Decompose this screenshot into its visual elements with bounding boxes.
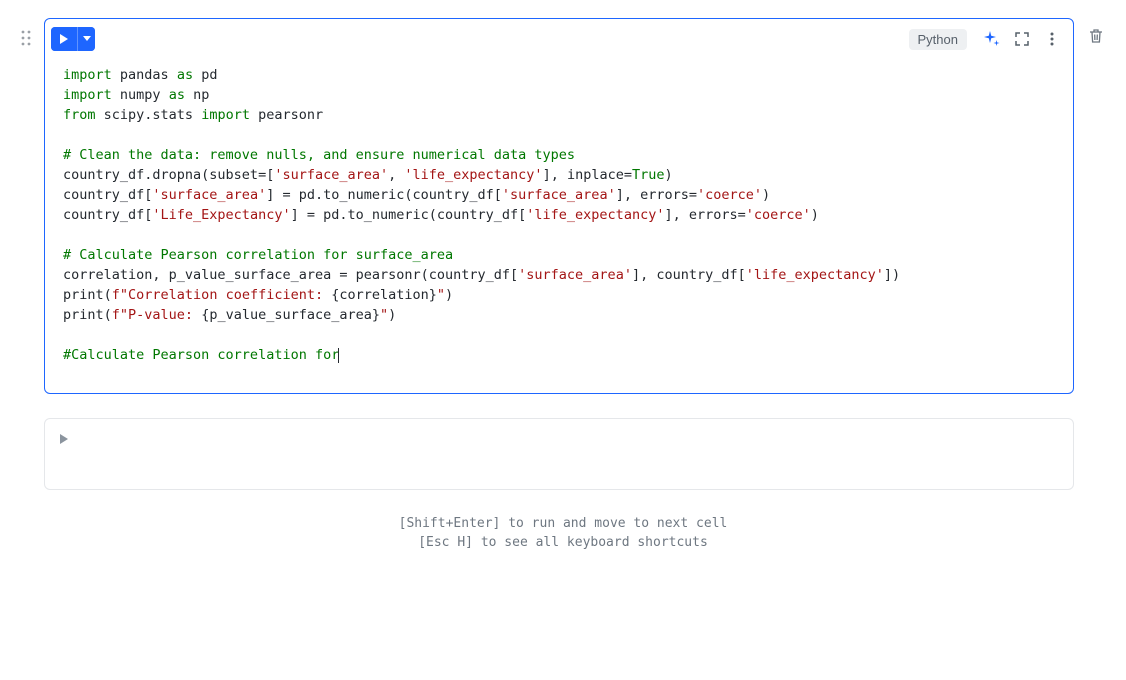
code-token: ) — [388, 307, 396, 323]
code-token: ) — [762, 187, 770, 203]
code-string: f"Correlation coefficient: — [112, 287, 331, 303]
kebab-icon — [1050, 32, 1054, 46]
code-token: as — [169, 87, 185, 103]
code-string: f"P-value: — [112, 307, 201, 323]
run-dropdown-button[interactable] — [77, 27, 95, 51]
code-token: ], errors= — [664, 207, 745, 223]
code-token: ], inplace= — [543, 167, 632, 183]
code-comment: #Calculate Pearson correlation for — [63, 347, 339, 363]
code-bool: True — [632, 167, 665, 183]
drag-dots-icon — [21, 30, 31, 46]
expand-icon — [1015, 32, 1029, 46]
play-icon — [59, 34, 69, 44]
code-token: from — [63, 107, 96, 123]
hint-line: [Esc H] to see all keyboard shortcuts — [18, 533, 1108, 552]
code-comment: # Clean the data: remove nulls, and ensu… — [63, 147, 575, 163]
code-token: country_df[ — [63, 187, 152, 203]
ai-assist-button[interactable] — [981, 28, 1003, 50]
delete-cell-button[interactable] — [1084, 18, 1108, 44]
run-button-group — [51, 27, 95, 51]
code-token: ) — [664, 167, 672, 183]
code-token: ] = pd.to_numeric(country_df[ — [266, 187, 502, 203]
keyboard-hints: [Shift+Enter] to run and move to next ce… — [18, 514, 1108, 552]
code-string: 'surface_area' — [152, 187, 266, 203]
code-token: numpy — [112, 87, 169, 103]
code-token: ], errors= — [616, 187, 697, 203]
run-button[interactable] — [51, 27, 77, 51]
code-token: as — [177, 67, 193, 83]
cell-container: Python import pandas as pd import numpy … — [44, 18, 1074, 394]
notebook-cell-empty — [18, 418, 1108, 490]
code-string: 'Life_Expectancy' — [152, 207, 290, 223]
code-token: import — [63, 67, 112, 83]
expand-button[interactable] — [1011, 28, 1033, 50]
code-token: correlation, p_value_surface_area = pear… — [63, 267, 518, 283]
drag-handle[interactable] — [18, 18, 34, 46]
code-string: 'life_expectancy' — [404, 167, 542, 183]
code-token: scipy.stats — [96, 107, 202, 123]
language-badge[interactable]: Python — [909, 29, 967, 50]
sparkle-icon — [984, 31, 1000, 47]
code-string: 'surface_area' — [274, 167, 388, 183]
code-string: " — [437, 287, 445, 303]
code-token: np — [185, 87, 209, 103]
code-string: 'surface_area' — [518, 267, 632, 283]
empty-cell[interactable] — [44, 418, 1074, 490]
code-token: ) — [445, 287, 453, 303]
code-string: 'life_expectancy' — [526, 207, 664, 223]
play-icon — [59, 434, 69, 444]
code-token: pandas — [112, 67, 177, 83]
code-token: ) — [811, 207, 819, 223]
code-string: 'life_expectancy' — [746, 267, 884, 283]
code-token: print( — [63, 307, 112, 323]
code-token: print( — [63, 287, 112, 303]
more-menu-button[interactable] — [1041, 28, 1063, 50]
trash-icon — [1088, 28, 1104, 44]
code-token: ]) — [884, 267, 900, 283]
code-editor[interactable]: import pandas as pd import numpy as np f… — [45, 19, 1073, 393]
code-string: 'coerce' — [697, 187, 762, 203]
code-token: pd — [193, 67, 217, 83]
code-token: import — [201, 107, 250, 123]
code-string: 'surface_area' — [502, 187, 616, 203]
code-string: " — [380, 307, 388, 323]
code-string: 'coerce' — [746, 207, 811, 223]
code-comment: # Calculate Pearson correlation for surf… — [63, 247, 453, 263]
code-token: country_df.dropna(subset=[ — [63, 167, 274, 183]
code-token: country_df[ — [63, 207, 152, 223]
cell-toolbar: Python — [51, 25, 1067, 53]
code-token: {p_value_surface_area} — [201, 307, 380, 323]
code-token: pearsonr — [250, 107, 323, 123]
code-token: import — [63, 87, 112, 103]
code-token: ] = pd.to_numeric(country_df[ — [291, 207, 527, 223]
code-token: , — [388, 167, 404, 183]
chevron-down-icon — [83, 36, 91, 42]
text-cursor — [338, 348, 339, 363]
code-token: {correlation} — [331, 287, 437, 303]
notebook-cell-active: Python import pandas as pd import numpy … — [18, 18, 1108, 394]
hint-line: [Shift+Enter] to run and move to next ce… — [18, 514, 1108, 533]
code-token: ], country_df[ — [632, 267, 746, 283]
